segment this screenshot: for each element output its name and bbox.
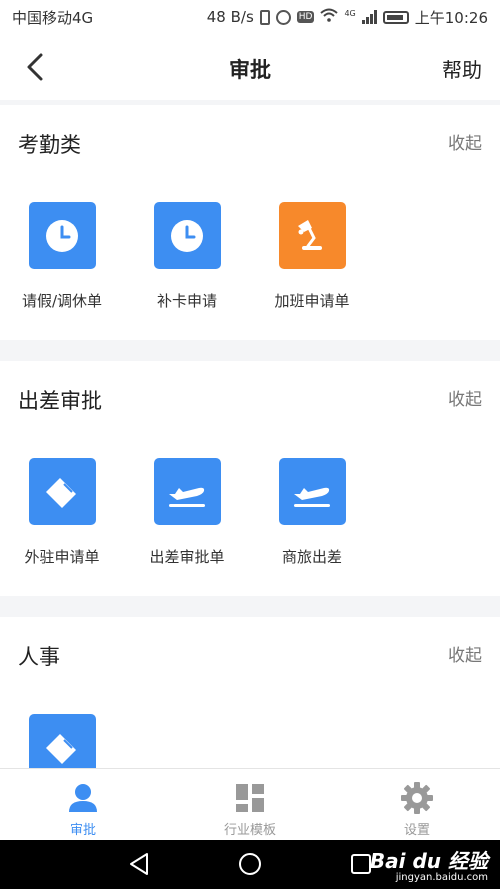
app-hr-item[interactable] — [7, 714, 117, 768]
app-label: 商旅出差 — [281, 548, 342, 566]
page-title: 审批 — [229, 58, 271, 82]
wifi-icon — [320, 8, 339, 26]
app-trip-approval[interactable]: 出差审批单 — [132, 458, 242, 567]
baidu-watermark: Bai du 经验 jingyan.baidu.com — [370, 845, 488, 883]
grid-icon — [236, 784, 264, 812]
app-overtime-request[interactable]: 加班申请单 — [257, 202, 367, 311]
alarm-icon — [275, 9, 291, 25]
carrier-label: 中国移动4G — [12, 8, 94, 27]
nav-bar: 审批 帮助 — [0, 34, 500, 100]
clock-icon — [46, 219, 78, 252]
home-circle-icon[interactable] — [237, 851, 263, 877]
hd-badge: HD — [296, 11, 315, 23]
gear-icon — [401, 782, 433, 814]
app-business-travel[interactable]: 商旅出差 — [257, 458, 367, 567]
battery-icon — [382, 10, 409, 24]
collapse-button[interactable]: 收起 — [448, 129, 482, 154]
section-title: 出差审批 — [18, 389, 102, 413]
tab-industry-templates[interactable]: 行业模板 — [167, 769, 333, 841]
app-label: 加班申请单 — [274, 292, 350, 310]
watermark-main: Bai du 经验 — [369, 849, 488, 873]
app-leave-request[interactable]: 请假/调休单 — [7, 202, 117, 311]
help-button[interactable]: 帮助 — [442, 54, 482, 83]
tab-settings[interactable]: 设置 — [334, 769, 500, 841]
app-tile — [28, 714, 96, 768]
clock-time: 上午10:26 — [414, 8, 488, 27]
signal-icon — [361, 10, 377, 24]
app-tile — [153, 458, 221, 525]
network-type: 4G — [344, 8, 356, 18]
app-tile — [28, 458, 96, 525]
desk-lamp-icon — [298, 219, 322, 250]
clock-icon — [171, 219, 203, 252]
app-tile — [278, 202, 346, 269]
app-offsite-request[interactable]: 外驻申请单 — [7, 458, 117, 567]
app-tile — [153, 202, 221, 269]
app-label: 补卡申请 — [156, 292, 217, 310]
airplane-icon — [169, 487, 205, 507]
handshake-icon — [46, 733, 77, 764]
tab-approval[interactable]: 审批 — [0, 769, 166, 841]
network-speed: 48 B/s — [206, 8, 254, 26]
vibrate-icon — [259, 9, 270, 25]
tab-bar: 审批 行业模板 设置 — [0, 768, 500, 840]
app-label: 外驻申请单 — [24, 548, 100, 566]
collapse-button[interactable]: 收起 — [448, 641, 482, 666]
app-label: 出差审批单 — [149, 548, 225, 566]
section-attendance: 考勤类 收起 请假/调休单 补卡申请 加班申请单 — [0, 105, 500, 340]
status-icons: 48 B/s HD 4G 上午10:26 — [207, 7, 488, 28]
person-icon — [69, 784, 97, 812]
app-tile — [28, 202, 96, 269]
section-title: 人事 — [18, 645, 60, 669]
tab-label: 行业模板 — [223, 823, 276, 838]
app-tile — [278, 458, 346, 525]
tab-label: 设置 — [403, 823, 430, 838]
back-triangle-icon[interactable] — [126, 851, 152, 877]
collapse-button[interactable]: 收起 — [448, 385, 482, 410]
app-label: 请假/调休单 — [21, 292, 103, 310]
section-title: 考勤类 — [18, 133, 81, 157]
section-business-trip: 出差审批 收起 外驻申请单 出差审批单 商旅出差 — [0, 361, 500, 596]
section-hr: 人事 收起 — [0, 617, 500, 768]
status-bar: 中国移动4G 48 B/s HD 4G 上午10:26 — [0, 0, 500, 34]
handshake-icon — [46, 477, 77, 508]
tab-label: 审批 — [69, 823, 96, 838]
app-card-replacement[interactable]: 补卡申请 — [132, 202, 242, 311]
airplane-icon — [294, 487, 330, 507]
